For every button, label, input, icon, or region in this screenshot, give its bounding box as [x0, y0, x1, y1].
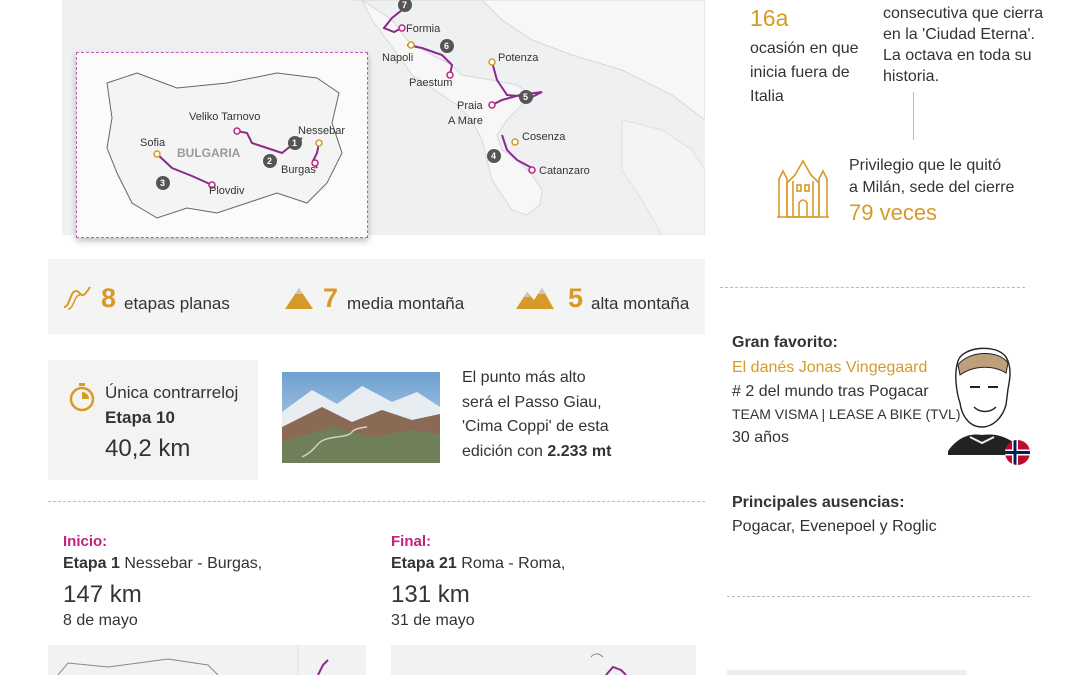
edition-number: 16a	[750, 5, 789, 31]
start-label: Inicio:	[63, 533, 108, 550]
city-dot-nessebar	[315, 139, 323, 147]
peak-line-4-prefix: edición con	[462, 442, 548, 460]
privilege-count: 79 veces	[849, 200, 938, 225]
city-dot-cosenza	[511, 138, 519, 146]
city-dot-sofia	[153, 150, 161, 158]
label-sofia: Sofia	[140, 137, 166, 149]
label-a-mare: A Mare	[448, 115, 483, 127]
start-mini-map	[48, 645, 366, 675]
city-dot-praia	[488, 101, 496, 109]
privilege-line-2: a Milán, sede del cierre	[849, 179, 1015, 196]
medium-mountain-label: media montaña	[347, 294, 465, 313]
finish-route: Roma - Roma,	[456, 555, 566, 572]
flat-stage-label: etapas planas	[124, 294, 230, 313]
stage-7-number: 7	[402, 0, 407, 10]
time-trial-stage: Etapa 10	[105, 408, 175, 427]
label-praia: Praia	[457, 100, 484, 112]
city-dot-napoli	[407, 41, 415, 49]
finish-label: Final:	[391, 533, 431, 550]
label-catanzaro: Catanzaro	[539, 165, 590, 177]
norway-flag-icon	[1005, 440, 1030, 465]
city-dot-potenza	[488, 58, 496, 66]
bulgaria-inset-map: 1 2 3 Veliko Tarnovo Nessebar Sofia Burg…	[76, 52, 368, 238]
favorite-name: El danés Jonas Vingegaard	[732, 359, 928, 376]
right-divider-1	[720, 287, 1025, 288]
finish-date: 31 de mayo	[391, 612, 475, 629]
time-trial-distance: 40,2 km	[105, 435, 191, 462]
peak-line-2: será el Passo Giau,	[462, 393, 602, 411]
label-burgas: Burgas	[281, 164, 316, 176]
left-divider	[48, 501, 705, 502]
label-potenza: Potenza	[498, 52, 539, 64]
stage-2-number: 2	[267, 156, 272, 166]
stage-6-number: 6	[444, 41, 449, 51]
stage-4-number: 4	[491, 151, 496, 161]
time-trial-title: Única contrarreloj	[105, 383, 239, 402]
favorite-block: Gran favorito: El danés Jonas Vingegaard…	[732, 334, 962, 447]
city-dot-catanzaro	[528, 166, 536, 174]
start-stage-line: Etapa 1 Nessebar - Burgas,	[63, 555, 262, 573]
privilege-line-1: Privilegio que le quitó	[849, 157, 1002, 174]
label-plovdiv: Plovdiv	[209, 185, 245, 197]
right-divider-2	[727, 596, 1030, 597]
favorite-team: TEAM VISMA | LEASE A BIKE (TVL)	[732, 406, 961, 422]
finish-stage-line: Etapa 21 Roma - Roma,	[391, 555, 565, 573]
city-dot-formia	[398, 24, 406, 32]
medium-mountain-count: 7	[323, 283, 339, 313]
peak-altitude: 2.233 mt	[547, 442, 612, 460]
favorite-age: 30 años	[732, 429, 789, 446]
absences-heading: Principales ausencias:	[732, 494, 905, 511]
label-paestum: Paestum	[409, 77, 452, 89]
finish-block: Final: Etapa 21 Roma - Roma, 131 km 31 d…	[391, 533, 565, 630]
edition-text: ocasión en que inicia fuera de Italia	[750, 40, 859, 105]
finish-mini-map	[391, 645, 696, 675]
rome-text: consecutiva que cierra en la 'Ciudad Ete…	[883, 5, 1044, 85]
start-stage: Etapa 1	[63, 555, 120, 572]
bulgaria-map-svg: 1 2 3 Veliko Tarnovo Nessebar Sofia Burg…	[106, 72, 345, 219]
peak-line-1: El punto más alto	[462, 369, 586, 386]
label-formia: Formia	[406, 23, 441, 35]
peak-line-3: 'Cima Coppi' de esta	[462, 418, 609, 435]
flat-stage-count: 8	[101, 283, 117, 313]
absences-block: Principales ausencias: Pogacar, Evenepoe…	[732, 494, 937, 536]
favorite-heading: Gran favorito:	[732, 334, 838, 351]
city-dot-veliko	[233, 127, 241, 135]
peak-line-4: edición con 2.233 mt	[462, 440, 611, 465]
highest-point-text: El punto más alto será el Passo Giau, 'C…	[462, 366, 611, 464]
cathedral-icon	[775, 157, 831, 219]
flat-stage-icon	[62, 283, 92, 313]
label-bulgaria: BULGARIA	[177, 146, 241, 160]
stage-1-number: 1	[292, 138, 297, 148]
absences-names: Pogacar, Evenepoel y Roglic	[732, 518, 937, 535]
time-trial-box: Única contrarreloj Etapa 10 40,2 km	[48, 360, 258, 480]
start-date: 8 de mayo	[63, 612, 138, 629]
medium-mountain-icon	[284, 286, 314, 315]
label-nessebar: Nessebar	[298, 125, 345, 137]
high-mountain-icon	[515, 286, 555, 315]
start-distance: 147 km	[63, 581, 142, 608]
stage-3-number: 3	[160, 178, 165, 188]
stopwatch-icon	[68, 382, 96, 417]
finish-stage: Etapa 21	[391, 555, 457, 572]
bottom-right-box	[727, 670, 967, 675]
stage-5-number: 5	[523, 92, 528, 102]
high-mountain-count: 5	[568, 283, 584, 313]
start-block: Inicio: Etapa 1 Nessebar - Burgas, 147 k…	[63, 533, 262, 630]
label-napoli: Napoli	[382, 52, 413, 64]
start-route: Nessebar - Burgas,	[119, 555, 263, 572]
passo-giau-photo	[282, 372, 440, 463]
label-cosenza: Cosenza	[522, 131, 566, 143]
privilege-text: Privilegio que le quitó a Milán, sede de…	[849, 155, 1014, 227]
favorite-rank: # 2 del mundo tras Pogacar	[732, 383, 929, 400]
finish-distance: 131 km	[391, 581, 470, 608]
label-veliko-tarnovo: Veliko Tarnovo	[189, 111, 260, 123]
stage-stats-bar: 8 etapas planas 7 media montaña 5 alta m…	[48, 259, 705, 334]
vertical-divider	[913, 92, 914, 140]
high-mountain-label: alta montaña	[591, 294, 690, 313]
